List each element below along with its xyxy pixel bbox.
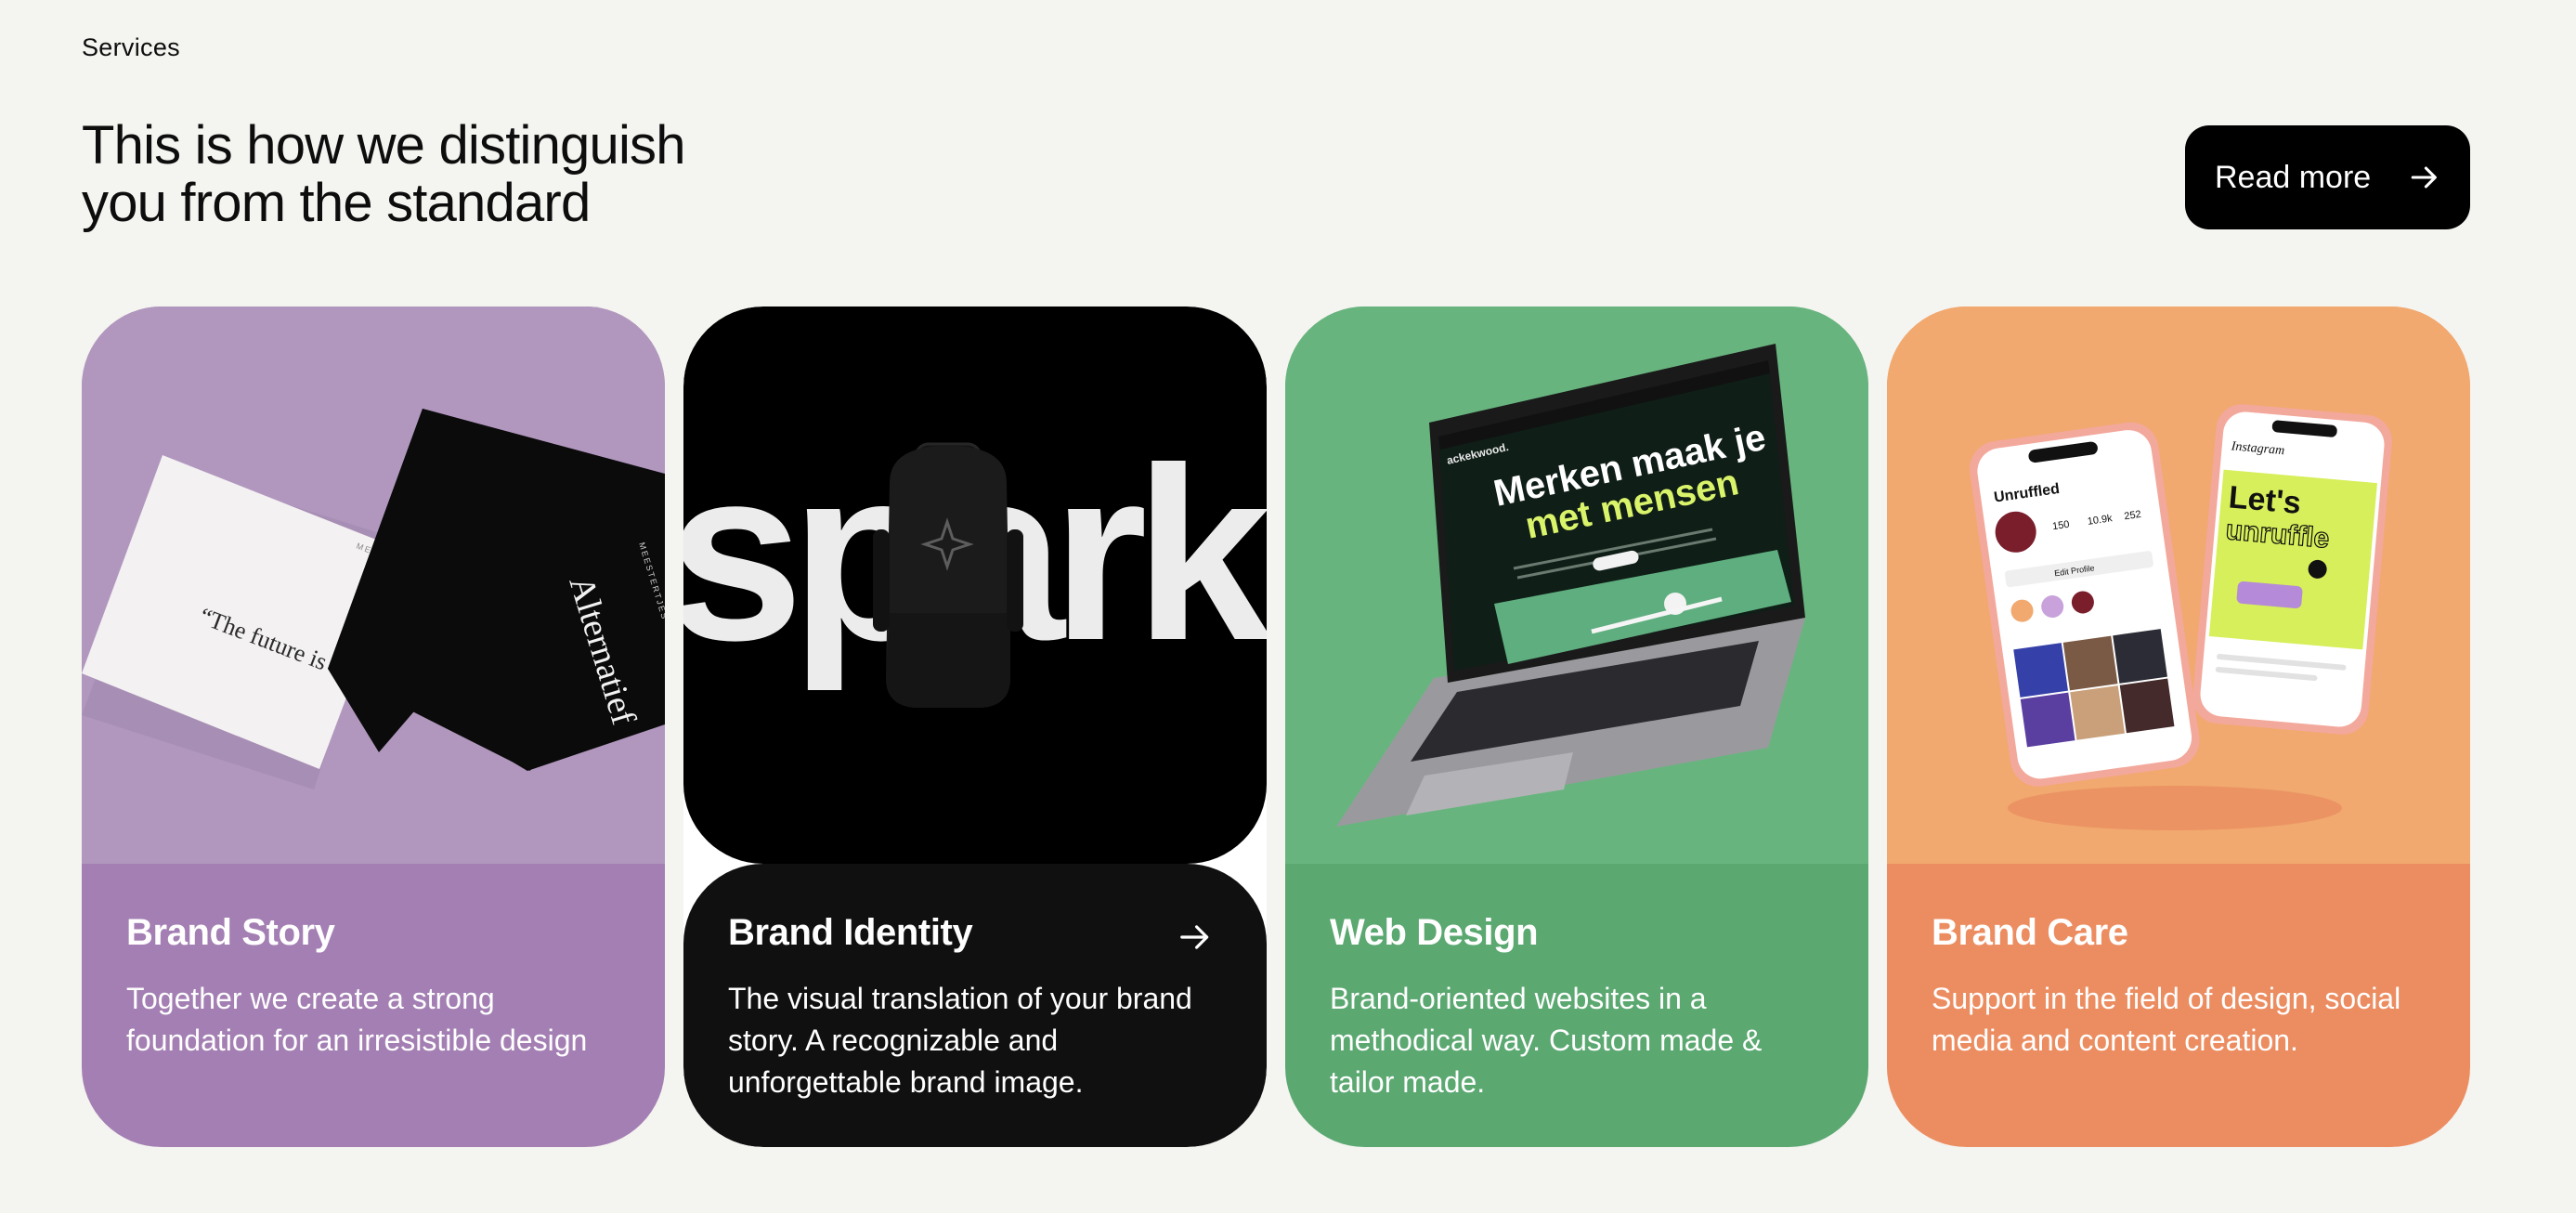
- heading-line-2: you from the standard: [82, 173, 591, 233]
- brand-identity-title: Brand Identity: [728, 912, 973, 953]
- brand-care-description: Support in the field of design, social m…: [1932, 982, 2401, 1057]
- service-card-brand-care[interactable]: Unruffled 150 10.9k 252 Edit Profile Ins…: [1887, 307, 2470, 1147]
- web-design-title: Web Design: [1330, 912, 1539, 953]
- brand-care-image: Unruffled 150 10.9k 252 Edit Profile Ins…: [1887, 307, 2470, 864]
- brand-care-info: Brand Care Support in the field of desig…: [1887, 864, 2470, 1147]
- section-heading: This is how we distinguish you from the …: [82, 117, 917, 232]
- brand-identity-image: spark: [683, 307, 1267, 864]
- web-design-info: Web Design Brand-oriented websites in a …: [1285, 864, 1868, 1147]
- brand-story-image: “The future is what we make it.” MEESTER…: [82, 307, 665, 864]
- service-card-brand-identity[interactable]: spark Brand Identity The visual translat…: [683, 307, 1267, 1147]
- read-more-button[interactable]: Read more: [2185, 125, 2470, 229]
- services-eyebrow: Services: [82, 33, 180, 61]
- arrow-right-icon: [2411, 166, 2437, 189]
- service-card-web-design[interactable]: ackekwood. Merken maak je met mensen Web…: [1285, 307, 1868, 1147]
- service-card-brand-story[interactable]: “The future is what we make it.” MEESTER…: [82, 307, 665, 1147]
- brand-story-description: Together we create a strong foundation f…: [126, 982, 588, 1057]
- brand-story-info: Brand Story Together we create a strong …: [82, 864, 665, 1147]
- arrow-right-icon[interactable]: [1177, 920, 1213, 955]
- brand-identity-description: The visual translation of your brand sto…: [728, 982, 1192, 1099]
- brand-care-title: Brand Care: [1932, 912, 2128, 953]
- read-more-label: Read more: [2215, 159, 2372, 195]
- care-stat-1: 150: [2051, 519, 2070, 532]
- brand-identity-info: Brand Identity The visual translation of…: [683, 864, 1267, 1147]
- heading-line-1: This is how we distinguish: [82, 115, 686, 176]
- web-design-description: Brand-oriented websites in a methodical …: [1330, 982, 1763, 1099]
- brand-story-title: Brand Story: [126, 912, 335, 953]
- web-design-image: ackekwood. Merken maak je met mensen: [1285, 307, 1868, 864]
- care-stat-3: 252: [2124, 509, 2142, 522]
- backpack-icon: [873, 442, 1023, 708]
